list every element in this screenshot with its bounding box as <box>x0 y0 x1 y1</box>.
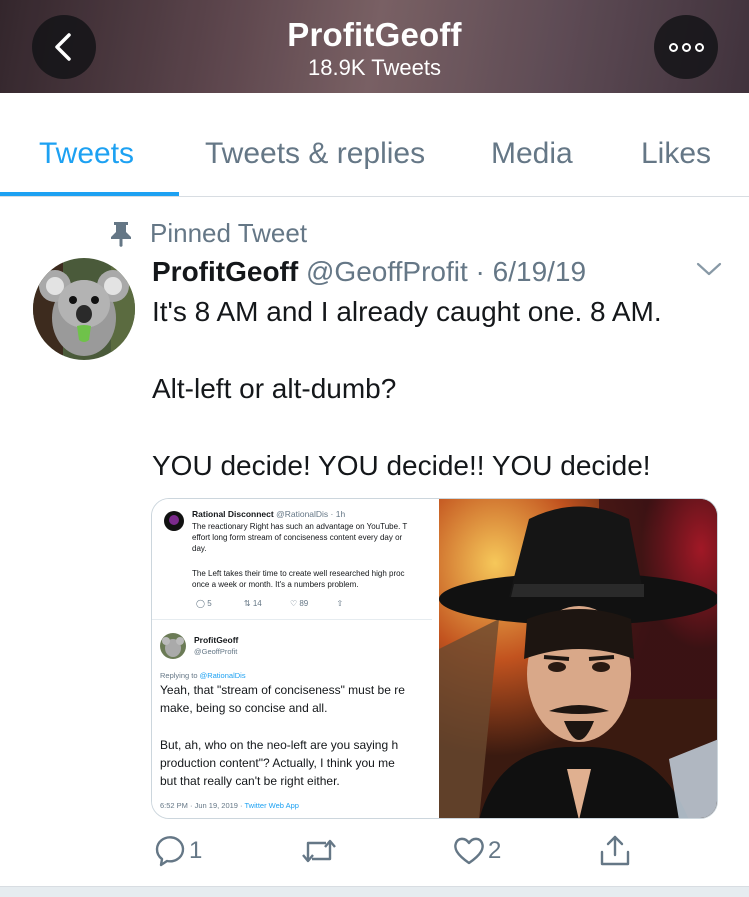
reply-icon <box>155 836 185 867</box>
profile-name-title: ProfitGeoff <box>287 16 462 53</box>
screenshot-reply-author: ProfitGeoff <box>194 635 239 645</box>
tab-tweets-and-replies[interactable]: Tweets & replies <box>205 137 425 171</box>
screenshot-top-line-5: once a week or month. It's a numbers pro… <box>192 580 359 589</box>
screenshot-footer-time: 6:52 PM · Jun 19, 2019 · <box>160 801 245 810</box>
screenshot-reply-icon: ◯ <box>196 599 205 608</box>
like-count: 2 <box>488 837 502 864</box>
share-button[interactable] <box>598 834 632 868</box>
tweet-header: ProfitGeoff @GeoffProfit · 6/19/19 <box>152 256 586 288</box>
like-icon <box>454 837 484 865</box>
pinned-label: Pinned Tweet <box>150 218 308 248</box>
tweet-date[interactable]: 6/19/19 <box>493 256 586 287</box>
screenshot-reply-line-1: Yeah, that "stream of conciseness" must … <box>160 683 405 697</box>
more-options-icon <box>694 42 704 52</box>
screenshot-reply-handle: @GeoffProfit <box>194 647 238 656</box>
screenshot-footer-app: Twitter Web App <box>244 801 299 810</box>
profile-tabs: Tweets Tweets & replies Media Likes <box>0 93 749 197</box>
screenshot-retweet-count: 14 <box>252 599 262 608</box>
tweet-actions: 1 2 <box>0 830 749 880</box>
screenshot-top-author: Rational Disconnect <box>192 509 274 519</box>
screenshot-replying-prefix: Replying to <box>160 671 200 680</box>
next-tweet-divider <box>0 886 749 897</box>
screenshot-avatar-top <box>164 511 184 531</box>
media-photo[interactable] <box>439 499 717 818</box>
profile-header: ProfitGeoff 18.9K Tweets <box>0 0 749 93</box>
pin-icon <box>111 221 131 247</box>
chevron-down-icon <box>696 262 722 276</box>
screenshot-top-handle: @RationalDis · 1h <box>276 509 346 519</box>
tweet-menu-button[interactable] <box>696 260 722 283</box>
retweet-button[interactable] <box>300 834 340 868</box>
separator: · <box>467 256 493 287</box>
screenshot-reply-line-5: but that really can't be right either. <box>160 774 340 788</box>
screenshot-reply-line-4: production content"? Actually, I think y… <box>160 756 395 770</box>
screenshot-replying-handle: @RationalDis <box>199 671 246 680</box>
tab-media[interactable]: Media <box>491 137 573 171</box>
screenshot-reply-line-3: But, ah, who on the neo-left are you say… <box>160 738 399 752</box>
tweet-count: 18.9K Tweets <box>308 55 441 80</box>
screenshot-footer: 6:52 PM · Jun 19, 2019 · Twitter Web App <box>160 801 299 810</box>
screenshot-top-byline: Rational Disconnect @RationalDis · 1h <box>192 509 345 519</box>
screenshot-top-actions: ◯ 5 ⇅ 14 ♡ 89 ⇧ <box>196 599 343 608</box>
screenshot-top-line-1: The reactionary Right has such an advant… <box>192 522 408 531</box>
tweet-media[interactable]: Rational Disconnect @RationalDis · 1h Th… <box>151 498 718 819</box>
screenshot-retweet-icon: ⇅ <box>243 599 251 608</box>
screenshot-like-count: 89 <box>299 599 309 608</box>
tweet-text: It's 8 AM and I already caught one. 8 AM… <box>152 296 662 481</box>
pinned-indicator: Pinned Tweet <box>110 218 307 249</box>
author-handle[interactable]: @GeoffProfit <box>306 256 468 287</box>
screenshot-reply-line-2: make, being so concise and all. <box>160 701 328 715</box>
screenshot-top-line-2: effort long form stream of conciseness c… <box>192 533 403 542</box>
screenshot-replying-to: Replying to @RationalDis <box>160 671 246 680</box>
more-options-icon <box>668 42 678 52</box>
screenshot-reply-count: 5 <box>207 599 212 608</box>
active-tab-indicator <box>0 192 179 196</box>
share-icon <box>600 835 630 866</box>
retweet-icon <box>302 839 336 863</box>
more-options-icon <box>681 42 691 52</box>
tab-likes[interactable]: Likes <box>641 137 711 171</box>
tab-tweets[interactable]: Tweets <box>39 137 134 171</box>
more-options-button[interactable] <box>654 15 718 79</box>
media-gap <box>432 499 439 818</box>
avatar[interactable] <box>33 258 135 360</box>
screenshot-avatar-reply <box>160 633 186 659</box>
screenshot-share-icon: ⇧ <box>336 599 344 608</box>
screenshot-divider <box>152 619 432 620</box>
reply-count: 1 <box>189 837 203 864</box>
author-name[interactable]: ProfitGeoff <box>152 256 298 287</box>
screenshot-top-line-4: The Left takes their time to create well… <box>192 569 405 578</box>
embedded-tweet-screenshot: Rational Disconnect @RationalDis · 1h Th… <box>152 499 432 818</box>
screenshot-like-icon: ♡ <box>289 599 298 608</box>
screenshot-top-line-3: day. <box>192 544 207 553</box>
like-button[interactable]: 2 <box>452 834 501 868</box>
reply-button[interactable]: 1 <box>153 834 202 868</box>
